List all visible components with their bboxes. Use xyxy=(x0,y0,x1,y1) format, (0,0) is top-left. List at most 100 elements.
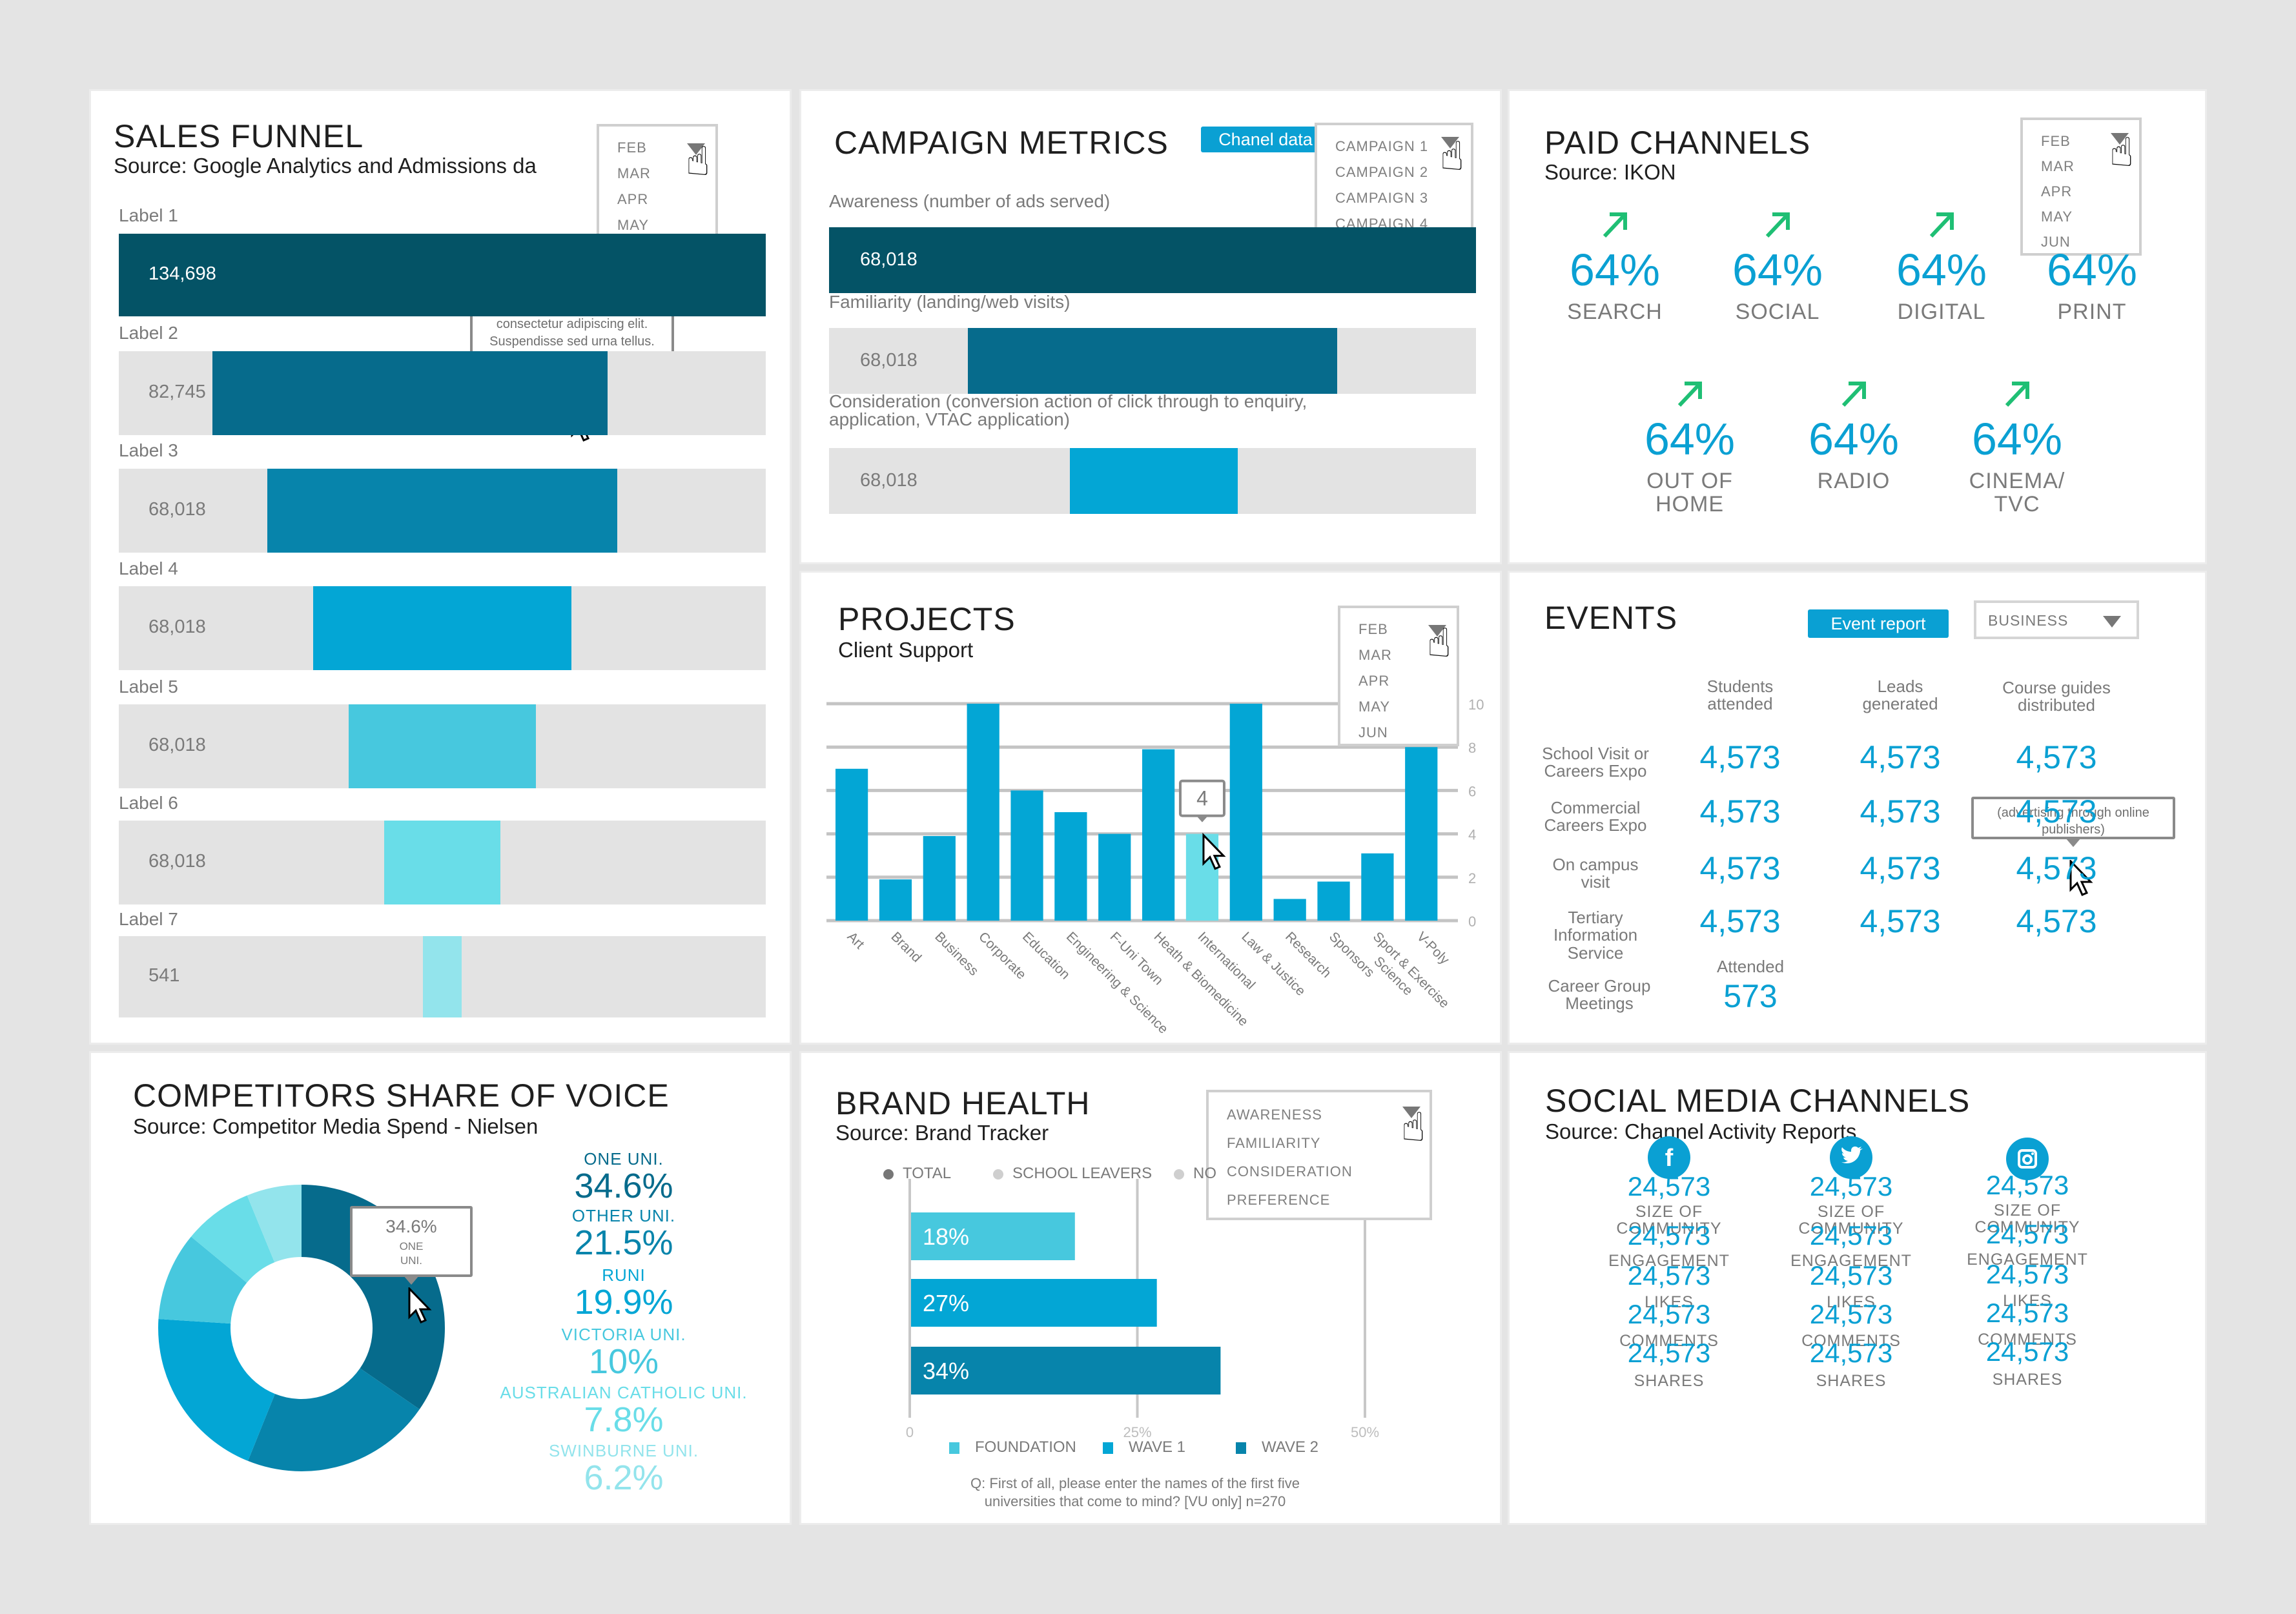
month-dropdown[interactable]: ☝ FEBMARAPRMAYJUN xyxy=(2020,117,2142,256)
dropdown-option[interactable]: MAY xyxy=(1358,699,1390,715)
social-metric-value: 24,573 xyxy=(1809,1220,1893,1251)
funnel-bar[interactable] xyxy=(212,351,608,435)
chevron-down-icon[interactable] xyxy=(2103,616,2121,628)
funnel-value: 68,018 xyxy=(149,617,206,637)
dropdown-option[interactable]: MAY xyxy=(2041,209,2073,225)
dropdown-option[interactable]: FEB xyxy=(1358,621,1388,638)
events-row-label: On campus visit xyxy=(1552,855,1639,892)
events-row-label: Career Group Meetings xyxy=(1548,976,1651,1014)
channel-name: RADIO xyxy=(1817,469,1891,493)
month-dropdown[interactable]: ☝ FEBMARAPRMAYJUN xyxy=(1338,606,1459,746)
social-metric-value: 24,573 xyxy=(1809,1338,1893,1368)
dropdown-option[interactable]: AWARENESS xyxy=(1227,1107,1322,1123)
funnel-value: 134,698 xyxy=(149,263,216,284)
trend-up-icon xyxy=(1927,210,1956,239)
dropdown-option[interactable]: PREFERENCE xyxy=(1227,1192,1330,1209)
funnel-value: 68,018 xyxy=(149,851,206,872)
funnel-value: 68,018 xyxy=(149,499,206,520)
metric-dropdown[interactable]: ☝ AWARENESS FAMILIARITY CONSIDERATION PREFE… xyxy=(1206,1090,1432,1220)
funnel-track: 68,018 xyxy=(119,821,766,904)
legend-value: 6.2% xyxy=(584,1458,664,1497)
funnel-value: 82,745 xyxy=(149,382,206,402)
dropdown-option[interactable]: APR xyxy=(2041,183,2072,200)
events-value: 573 xyxy=(1723,978,1778,1014)
social-metric-value: 24,573 xyxy=(1985,1336,2069,1367)
events-column-header: Students attended xyxy=(1707,677,1774,714)
legend-item: WAVE 1 xyxy=(1103,1438,1185,1456)
channel-value: 64% xyxy=(1971,414,2063,464)
events-value: 4,573 xyxy=(1699,903,1781,939)
events-row-label: Commercial Careers Expo xyxy=(1544,798,1647,835)
dropdown-option[interactable]: FEB xyxy=(2041,133,2071,150)
dropdown-option[interactable]: MAR xyxy=(2041,158,2075,175)
dropdown-option[interactable]: MAY xyxy=(617,217,649,234)
dropdown-option[interactable]: APR xyxy=(1358,673,1389,690)
projects-panel: PROJECTS Client Support 0 2 4 6 8 10 Art Brand B… xyxy=(799,571,1502,1045)
project-bar xyxy=(1054,812,1087,921)
channel-name: OUT OF HOME xyxy=(1646,469,1733,516)
campaign-value: 68,018 xyxy=(860,470,917,491)
channel-data-button[interactable]: Chanel data xyxy=(1201,127,1330,152)
channel-value: 64% xyxy=(1569,245,1661,295)
funnel-bar[interactable] xyxy=(313,586,572,670)
channel-value: 64% xyxy=(1808,414,1900,464)
project-bar xyxy=(1273,899,1306,921)
channel-name: SEARCH xyxy=(1567,300,1663,324)
events-value: 4,573 xyxy=(2016,850,2097,886)
dropdown-option[interactable]: APR xyxy=(617,191,648,208)
dropdown-option[interactable]: FAMILIARITY xyxy=(1227,1135,1320,1152)
campaign-value: 68,018 xyxy=(860,249,917,270)
channel-value: 64% xyxy=(1644,414,1736,464)
tooltip-pointer xyxy=(1196,815,1208,822)
project-bar xyxy=(1361,853,1394,921)
funnel-row-label: Label 5 xyxy=(119,677,178,697)
events-title: EVENTS xyxy=(1544,600,1678,636)
channel-name: CINEMA/ TVC xyxy=(1969,469,2065,516)
segment-filter[interactable]: TOTAL xyxy=(883,1165,951,1183)
business-select[interactable]: BUSINESS xyxy=(1974,600,2139,639)
legend-label: FOUNDATION xyxy=(975,1438,1076,1456)
radio-icon[interactable] xyxy=(993,1169,1003,1180)
dropdown-option[interactable]: CAMPAIGN 2 xyxy=(1335,164,1428,181)
y-tick-label: 0 xyxy=(1468,914,1476,930)
segment-filter[interactable]: NO xyxy=(1174,1165,1216,1183)
sales-funnel-title: SALES FUNNEL xyxy=(114,118,364,154)
campaign-bar[interactable] xyxy=(1069,448,1238,514)
trend-up-icon xyxy=(1601,210,1629,239)
funnel-bar[interactable] xyxy=(384,821,501,904)
funnel-track: 541 xyxy=(119,936,766,1017)
segment-filter-label: NO xyxy=(1193,1165,1216,1182)
project-bar xyxy=(835,768,868,921)
social-metric-value: 24,573 xyxy=(1809,1260,1893,1291)
dropdown-option[interactable]: CONSIDERATION xyxy=(1227,1163,1353,1180)
dropdown-option[interactable]: MAR xyxy=(1358,647,1392,664)
x-tick-label: Corporate xyxy=(976,929,1029,982)
funnel-bar[interactable] xyxy=(348,704,537,788)
funnel-track: 68,018 xyxy=(119,469,766,553)
channel-name: SOCIAL xyxy=(1735,300,1820,324)
dropdown-option[interactable]: JUN xyxy=(1358,724,1388,741)
radio-icon[interactable] xyxy=(1174,1169,1184,1180)
dropdown-option[interactable]: MAR xyxy=(617,165,651,182)
events-value: 4,573 xyxy=(1699,850,1781,886)
dropdown-option[interactable]: FEB xyxy=(617,139,647,156)
funnel-bar[interactable] xyxy=(422,936,462,1017)
events-column-header: Attended xyxy=(1716,957,1785,976)
event-report-button[interactable]: Event report xyxy=(1808,609,1949,638)
trend-up-icon xyxy=(1763,210,1792,239)
legend-item: WAVE 2 xyxy=(1236,1438,1318,1456)
campaign-bar[interactable] xyxy=(968,328,1337,394)
segment-filter[interactable]: SCHOOL LEAVERS xyxy=(993,1165,1152,1183)
funnel-bar[interactable] xyxy=(267,469,617,553)
events-value: 4,573 xyxy=(1860,850,1941,886)
sales-funnel-panel: SALES FUNNEL Source: Google Analytics an… xyxy=(89,89,792,1045)
trend-up-icon xyxy=(1676,380,1704,408)
radio-selected-icon[interactable] xyxy=(883,1169,894,1180)
bar-label: 18% xyxy=(923,1223,969,1250)
social-metric-value: 24,573 xyxy=(1809,1171,1893,1201)
x-tick-label: Sponsors xyxy=(1326,929,1377,980)
campaign-bar[interactable] xyxy=(829,227,1476,293)
events-value: 4,573 xyxy=(1699,793,1781,830)
dropdown-option[interactable]: CAMPAIGN 1 xyxy=(1335,138,1428,155)
x-tick-label: Art xyxy=(845,929,867,952)
